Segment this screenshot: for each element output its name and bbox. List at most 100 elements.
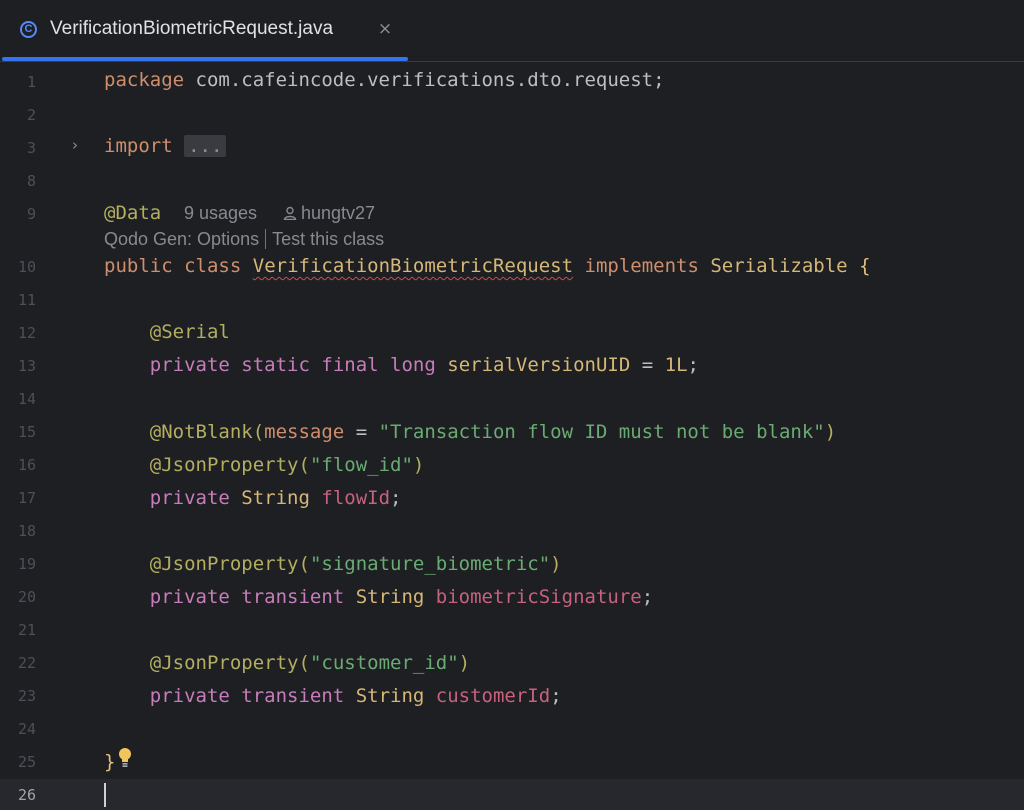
line-number: 26 — [17, 786, 36, 804]
usages-inlay[interactable]: 9 usages — [184, 202, 257, 224]
paren: ) — [824, 421, 837, 443]
paren: ( — [298, 454, 310, 476]
line-number: 13 — [17, 357, 36, 375]
field-name: biometricSignature — [435, 586, 642, 608]
code-line-20: private transient String biometricSignat… — [104, 585, 653, 609]
line-number: 12 — [17, 324, 36, 342]
paren: ) — [458, 652, 471, 674]
codelens-separator — [265, 229, 267, 249]
keyword: transient — [241, 586, 345, 608]
paren: ) — [412, 454, 425, 476]
author-inlay[interactable]: hungtv27 — [283, 202, 375, 224]
codelens-bar: Qodo Gen: Options Test this class — [104, 228, 384, 250]
text-caret — [104, 783, 106, 807]
annotation: @Data — [104, 202, 162, 224]
field-name: customerId — [435, 685, 551, 707]
class-name[interactable]: VerificationBiometricRequest — [253, 255, 573, 277]
code-line-15: @NotBlank(message = "Transaction flow ID… — [104, 420, 836, 444]
keyword: private — [149, 586, 230, 608]
chevron-right-icon[interactable]: › — [72, 138, 86, 153]
keyword: static — [241, 354, 310, 376]
line-number: 1 — [26, 73, 36, 91]
semicolon: ; — [687, 354, 699, 376]
keyword: public — [104, 255, 173, 277]
keyword: import — [104, 135, 173, 157]
line-number: 14 — [17, 390, 36, 408]
line-number: 11 — [17, 291, 36, 309]
line-number: 9 — [26, 205, 36, 223]
paren: ( — [252, 421, 265, 443]
keyword: implements — [584, 255, 699, 277]
keyword: private — [149, 487, 230, 509]
test-class-link[interactable]: Test this class — [272, 229, 384, 249]
paren: ( — [298, 652, 310, 674]
type-name: String — [355, 685, 425, 707]
code-line-19: @JsonProperty("signature_biometric") — [104, 552, 562, 576]
code-line-9: @Data — [104, 201, 161, 225]
interface-name: Serializable — [710, 255, 848, 277]
type-name: String — [355, 586, 425, 608]
line-number: 17 — [17, 489, 36, 507]
lightbulb-icon[interactable] — [116, 746, 134, 768]
keyword: private — [149, 685, 230, 707]
number-literal: 1L — [664, 354, 688, 376]
string-literal: "customer_id" — [309, 652, 459, 674]
code-line-16: @JsonProperty("flow_id") — [104, 453, 425, 477]
code-line-13: private static final long serialVersionU… — [104, 353, 699, 377]
keyword: package — [104, 69, 185, 91]
annotation: @JsonProperty — [149, 454, 299, 476]
line-number: 16 — [17, 456, 36, 474]
field-name: serialVersionUID — [447, 354, 631, 376]
semicolon: ; — [550, 685, 562, 707]
keyword: long — [390, 354, 436, 376]
paren: ( — [298, 553, 310, 575]
annotation: @JsonProperty — [149, 652, 299, 674]
author-name: hungtv27 — [301, 203, 376, 223]
qodo-options-link[interactable]: Qodo Gen: Options — [104, 229, 259, 249]
class-icon: C — [20, 21, 37, 38]
keyword: class — [184, 255, 242, 277]
semicolon: ; — [641, 586, 654, 608]
annotation-param: message — [264, 421, 345, 443]
line-number: 8 — [26, 172, 36, 190]
keyword: transient — [241, 685, 345, 707]
usages-count: 9 usages — [184, 203, 258, 223]
annotation: @NotBlank — [149, 421, 253, 443]
annotation: @JsonProperty — [149, 553, 299, 575]
line-number: 2 — [26, 106, 36, 124]
line-number: 18 — [17, 522, 36, 540]
code-line-25: } — [104, 750, 115, 774]
string-literal: "Transaction flow ID must not be blank" — [378, 421, 825, 443]
operator: = — [344, 421, 379, 443]
code-line-17: private String flowId; — [104, 486, 402, 510]
line-number: 23 — [17, 687, 36, 705]
code-line-12: @Serial — [104, 320, 230, 344]
folded-imports[interactable]: ... — [184, 135, 227, 157]
line-number: 19 — [17, 555, 36, 573]
close-icon[interactable]: × — [376, 20, 394, 38]
editor-tab-bar: C VerificationBiometricRequest.java × — [0, 0, 1024, 62]
active-tab-indicator — [2, 57, 408, 61]
line-number: 10 — [17, 258, 36, 276]
line-number: 15 — [17, 423, 36, 441]
code-editor[interactable]: 1 2 3 8 9 10 11 12 13 14 15 16 17 18 19 20 21 22 23 24 25 26 … — [0, 62, 1024, 810]
type-name: String — [241, 487, 310, 509]
paren: ) — [550, 553, 562, 575]
line-number: 25 — [17, 753, 36, 771]
keyword: final — [321, 354, 379, 376]
code-line-1: package com.cafeincode.verifications.dto… — [104, 68, 665, 92]
line-number: 22 — [17, 654, 36, 672]
code-line-23: private transient String customerId; — [104, 684, 562, 708]
current-line-highlight — [0, 779, 1024, 810]
brace: } — [104, 751, 116, 773]
user-icon — [283, 206, 297, 220]
code-line-3: import ... — [104, 134, 227, 158]
code-line-10: public class VerificationBiometricReques… — [104, 254, 871, 278]
annotation: @Serial — [149, 321, 230, 343]
line-number: 24 — [17, 720, 36, 738]
line-number: 20 — [17, 588, 36, 606]
line-number: 21 — [17, 621, 36, 639]
operator: = — [630, 354, 665, 376]
tab-verification-biometric-request[interactable]: C VerificationBiometricRequest.java × — [0, 0, 408, 62]
code-line-22: @JsonProperty("customer_id") — [104, 651, 470, 675]
